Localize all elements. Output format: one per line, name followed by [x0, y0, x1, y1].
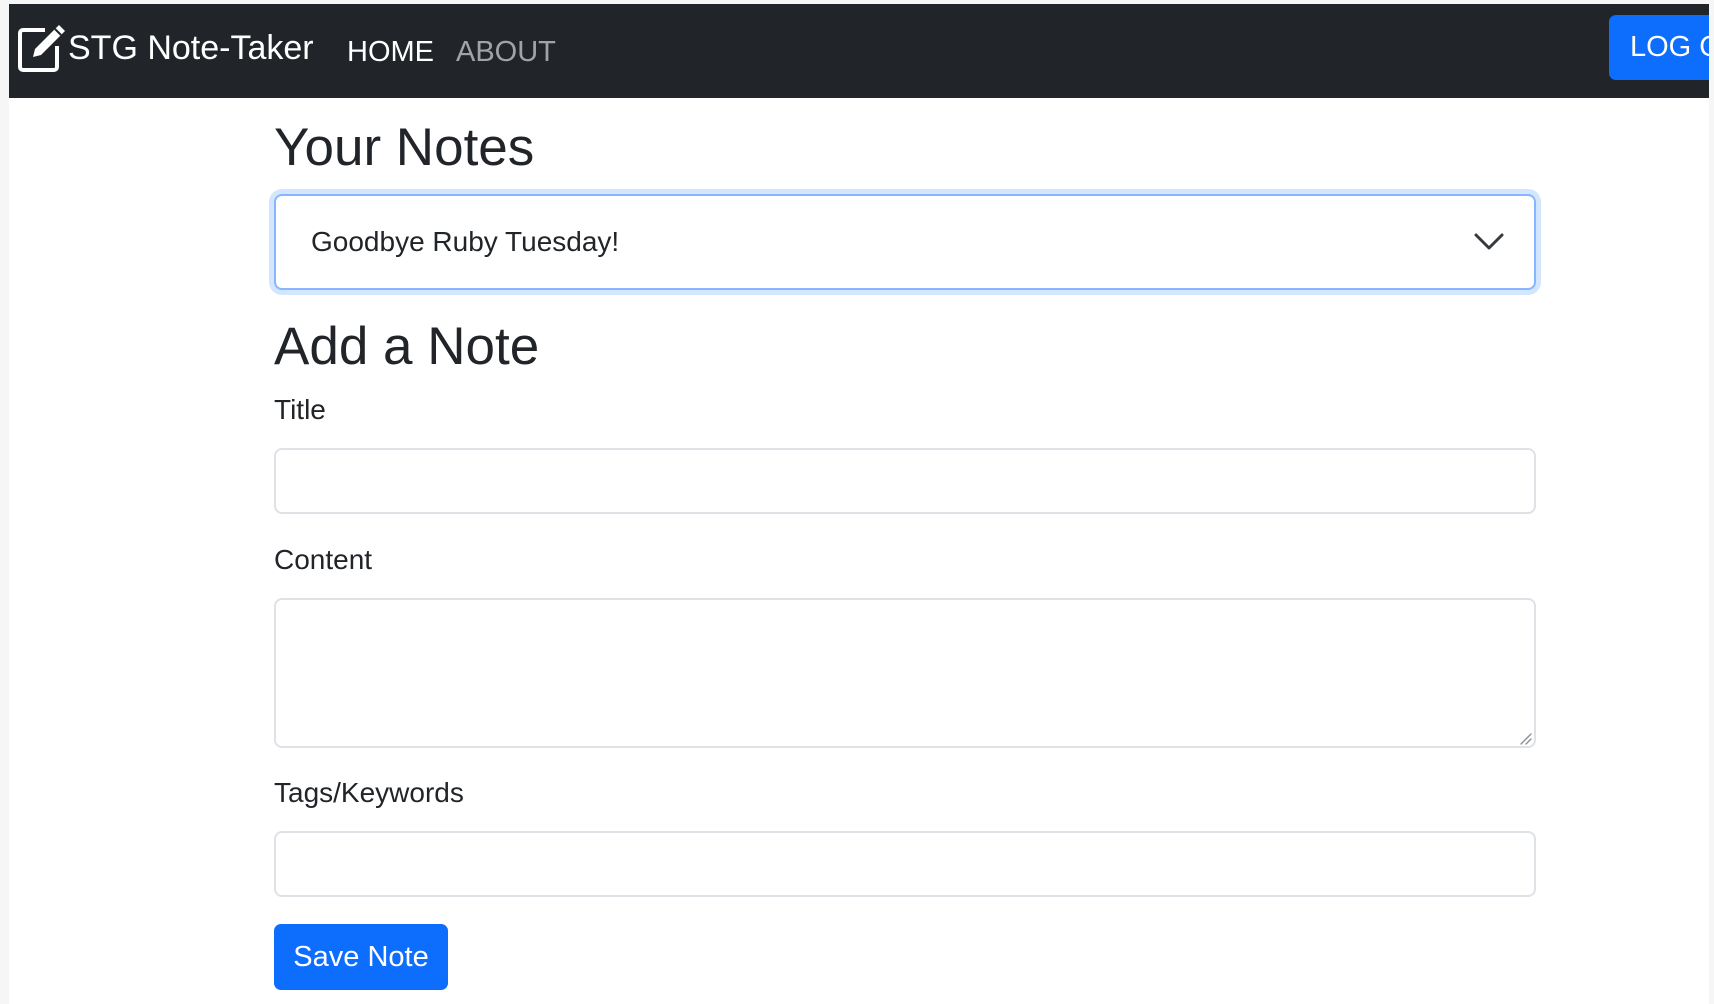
- nav-home[interactable]: HOME: [347, 32, 434, 72]
- content-textarea[interactable]: [274, 598, 1536, 748]
- tags-label: Tags/Keywords: [274, 777, 464, 808]
- notes-select-value: Goodbye Ruby Tuesday!: [311, 226, 620, 257]
- brand-name: STG Note-Taker: [68, 29, 314, 67]
- notes-select[interactable]: Goodbye Ruby Tuesday!: [274, 194, 1536, 290]
- title-label: Title: [274, 394, 326, 425]
- nav-about[interactable]: ABOUT: [456, 32, 556, 72]
- chevron-down-icon: [1474, 233, 1504, 250]
- navbar: STG Note-Taker HOME ABOUT LOG OUT: [9, 4, 1709, 98]
- your-notes-heading: Your Notes: [274, 118, 535, 177]
- pencil-square-icon: [18, 25, 65, 72]
- add-note-heading: Add a Note: [274, 317, 540, 376]
- content-label: Content: [274, 544, 373, 575]
- tags-input[interactable]: [274, 831, 1536, 897]
- save-note-button[interactable]: Save Note: [274, 924, 448, 990]
- logout-button[interactable]: LOG OUT: [1609, 15, 1709, 80]
- title-input[interactable]: [274, 448, 1536, 514]
- brand[interactable]: STG Note-Taker: [15, 22, 314, 74]
- app-window: STG Note-Taker HOME ABOUT LOG OUT Your N…: [9, 4, 1709, 1004]
- resize-grip-icon[interactable]: [1518, 731, 1532, 745]
